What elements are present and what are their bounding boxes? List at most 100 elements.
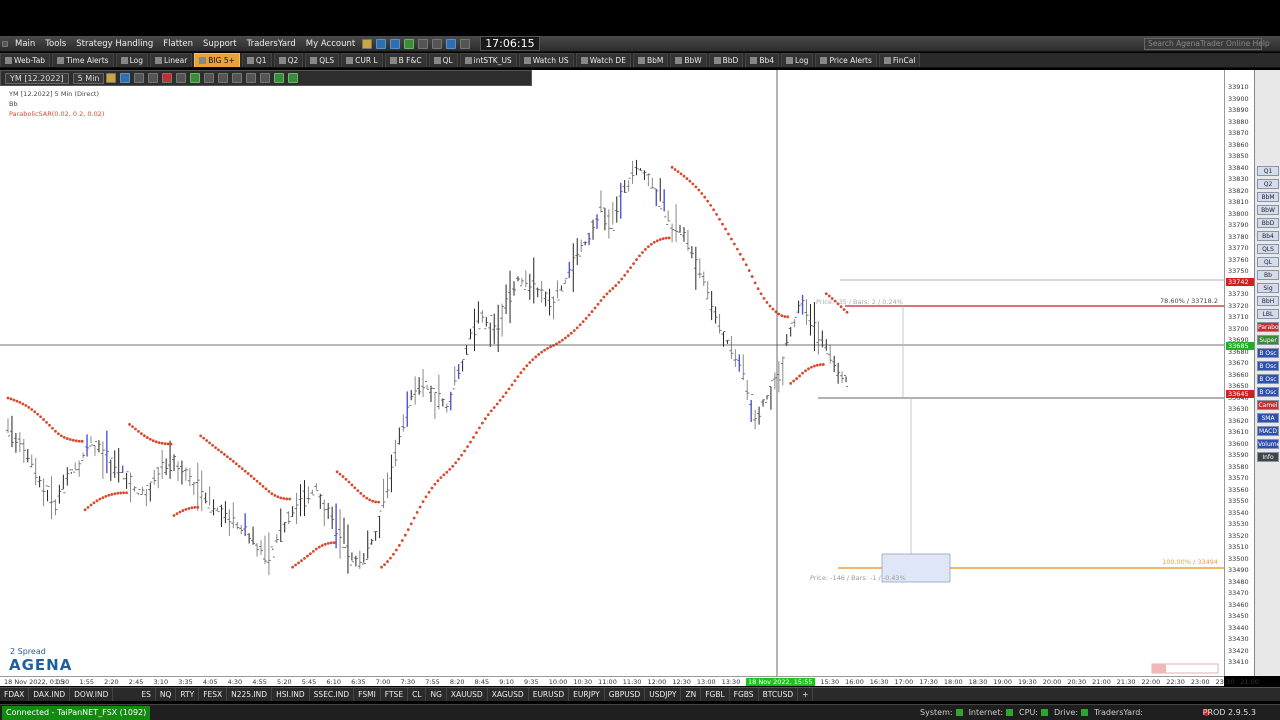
price-axis[interactable]: 33910 33900 33890 33880 33870 33860 33850 33840… — [1224, 70, 1254, 676]
workspace-tab[interactable]: Web-Tab — [0, 53, 51, 67]
side-panel-button[interactable]: Volume — [1257, 439, 1280, 449]
workspace-tab[interactable]: FinCal — [878, 53, 921, 67]
workspace-tab[interactable]: intSTK_US — [459, 53, 517, 67]
menu-tradersyard[interactable]: TradersYard — [242, 36, 301, 51]
instrument-tab[interactable]: XAUUSD — [447, 688, 488, 701]
instrument-tab[interactable]: CL — [408, 688, 427, 701]
instrument-tab[interactable]: NG — [426, 688, 447, 701]
workspace-tab[interactable]: Q1 — [241, 53, 272, 67]
instrument-tab[interactable]: SSEC.IND — [310, 688, 355, 701]
side-panel-button[interactable]: B Osc — [1257, 348, 1279, 358]
help-search-input[interactable]: Search AgenaTrader Online Help — [1144, 38, 1270, 50]
toolbar-grid-icon[interactable] — [418, 38, 429, 49]
chart-settings-icon[interactable] — [204, 73, 215, 83]
instrument-tab[interactable]: FGBL — [701, 688, 730, 701]
side-panel-button[interactable]: Super — [1257, 335, 1279, 345]
chart-trade-icon[interactable] — [288, 73, 299, 83]
instrument-tab[interactable]: ES — [137, 688, 156, 701]
instrument-tab[interactable]: RTY — [176, 688, 200, 701]
side-panel-button[interactable]: BbW — [1257, 205, 1279, 215]
side-panel-button[interactable]: Sig — [1257, 283, 1279, 293]
side-panel-button[interactable]: B Osc — [1257, 374, 1279, 384]
chart-instrument-select[interactable]: YM [12.2022] — [5, 72, 69, 84]
workspace-tab[interactable]: BIG 5+ — [194, 53, 240, 67]
draw-line-icon[interactable] — [106, 73, 117, 83]
workspace-tab[interactable]: QLS — [305, 53, 340, 67]
menu-flatten[interactable]: Flatten — [158, 36, 198, 51]
workspace-tab[interactable]: BbD — [708, 53, 744, 67]
instrument-tab[interactable]: DAX.IND — [29, 688, 71, 701]
workspace-tab[interactable]: Log — [115, 53, 148, 67]
instrument-tab[interactable]: HSI.IND — [272, 688, 310, 701]
side-panel-button[interactable]: LBL — [1257, 309, 1279, 319]
workspace-tab[interactable]: Q2 — [273, 53, 304, 67]
chart-panel[interactable]: 78.60% / 33718.2 100.00% / 33494 Price: -3… — [0, 70, 1224, 676]
chart-sar-legend[interactable]: ParabolicSAR(0.02, 0.2, 0.02) — [9, 110, 104, 118]
chart-crosshair-icon[interactable] — [162, 73, 173, 83]
side-panel-button[interactable]: Q2 — [1257, 179, 1279, 189]
instrument-tab[interactable]: N225.IND — [227, 688, 273, 701]
app-menu-icon[interactable] — [2, 40, 8, 47]
workspace-tab[interactable]: Watch US — [518, 53, 574, 67]
workspace-tab[interactable]: Watch DE — [575, 53, 631, 67]
workspace-tab[interactable]: BbM — [632, 53, 669, 67]
instrument-tab[interactable]: DOW.IND — [70, 688, 114, 701]
instrument-tab[interactable]: BTCUSD — [759, 688, 799, 701]
chart-triangle-icon[interactable] — [134, 73, 145, 83]
side-panel-button[interactable]: B Osc — [1257, 361, 1279, 371]
instrument-tab[interactable]: EURJPY — [569, 688, 605, 701]
menu-my-account[interactable]: My Account — [301, 36, 360, 51]
toolbar-chart-icon[interactable] — [390, 38, 401, 49]
workspace-tab[interactable]: Time Alerts — [52, 53, 114, 67]
instrument-tab[interactable]: ZN — [681, 688, 702, 701]
toolbar-refresh-icon[interactable] — [446, 38, 457, 49]
toolbar-gear-icon[interactable] — [432, 38, 443, 49]
side-panel-button[interactable]: BbD — [1257, 218, 1279, 228]
chart-timeframe-select[interactable]: 5 Min — [72, 72, 105, 84]
menu-strategy-handling[interactable]: Strategy Handling — [71, 36, 158, 51]
instrument-tab[interactable]: + — [798, 688, 814, 701]
instrument-tab[interactable]: FTSE — [381, 688, 409, 701]
menu-main[interactable]: Main — [10, 36, 40, 51]
chart-list-icon[interactable] — [232, 73, 243, 83]
chart-grid-icon[interactable] — [120, 73, 131, 83]
side-panel-button[interactable]: Camel — [1257, 400, 1279, 410]
instrument-tab[interactable]: XAGUSD — [488, 688, 529, 701]
chart-template-icon[interactable] — [218, 73, 229, 83]
workspace-tab[interactable]: B F&C — [384, 53, 427, 67]
workspace-tab[interactable]: CUR L — [341, 53, 383, 67]
price-chart[interactable]: 78.60% / 33718.2 100.00% / 33494 Price: -3… — [0, 70, 1224, 676]
toolbar-layout-icon[interactable] — [460, 38, 471, 49]
side-panel-button[interactable]: Bb4 — [1257, 231, 1279, 241]
side-panel-button[interactable]: SMA — [1257, 413, 1279, 423]
side-panel-button[interactable]: MACD — [1257, 426, 1279, 436]
side-panel-button[interactable]: BbH — [1257, 296, 1279, 306]
side-panel-button[interactable]: Info — [1257, 452, 1279, 462]
time-axis[interactable]: 18 Nov 2022, 0:05 1:30 1:55 2:20 2:45 3:10 3:3… — [0, 676, 1259, 686]
toolbar-folder-icon[interactable] — [362, 38, 373, 49]
instrument-tab[interactable]: USDJPY — [645, 688, 682, 701]
side-panel-button[interactable]: Q1 — [1257, 166, 1279, 176]
workspace-tab[interactable]: Log — [781, 53, 814, 67]
side-panel-button[interactable]: QLS — [1257, 244, 1279, 254]
instrument-tab[interactable]: FGBS — [730, 688, 759, 701]
workspace-tab[interactable]: Linear — [149, 53, 193, 67]
instrument-tab[interactable]: FESX — [199, 688, 228, 701]
instrument-tab[interactable]: GBPUSD — [605, 688, 646, 701]
instrument-tab[interactable]: NQ — [156, 688, 177, 701]
instrument-tab[interactable]: FSMI — [354, 688, 381, 701]
workspace-tab[interactable]: Price Alerts — [815, 53, 877, 67]
workspace-tab[interactable]: QL — [428, 53, 458, 67]
chart-strategy-icon[interactable] — [260, 73, 271, 83]
toolbar-order-icon[interactable] — [404, 38, 415, 49]
workspace-tab[interactable]: Bb4 — [745, 53, 780, 67]
chart-eraser-icon[interactable] — [176, 73, 187, 83]
workspace-tab[interactable]: BbW — [670, 53, 707, 67]
side-panel-button[interactable]: QL — [1257, 257, 1279, 267]
toolbar-window-icon[interactable] — [376, 38, 387, 49]
chart-indicator-icon[interactable] — [246, 73, 257, 83]
instrument-tab[interactable]: EURUSD — [529, 688, 570, 701]
menu-tools[interactable]: Tools — [40, 36, 71, 51]
side-panel-button[interactable]: BbM — [1257, 192, 1279, 202]
side-panel-button[interactable]: B Osc — [1257, 387, 1279, 397]
